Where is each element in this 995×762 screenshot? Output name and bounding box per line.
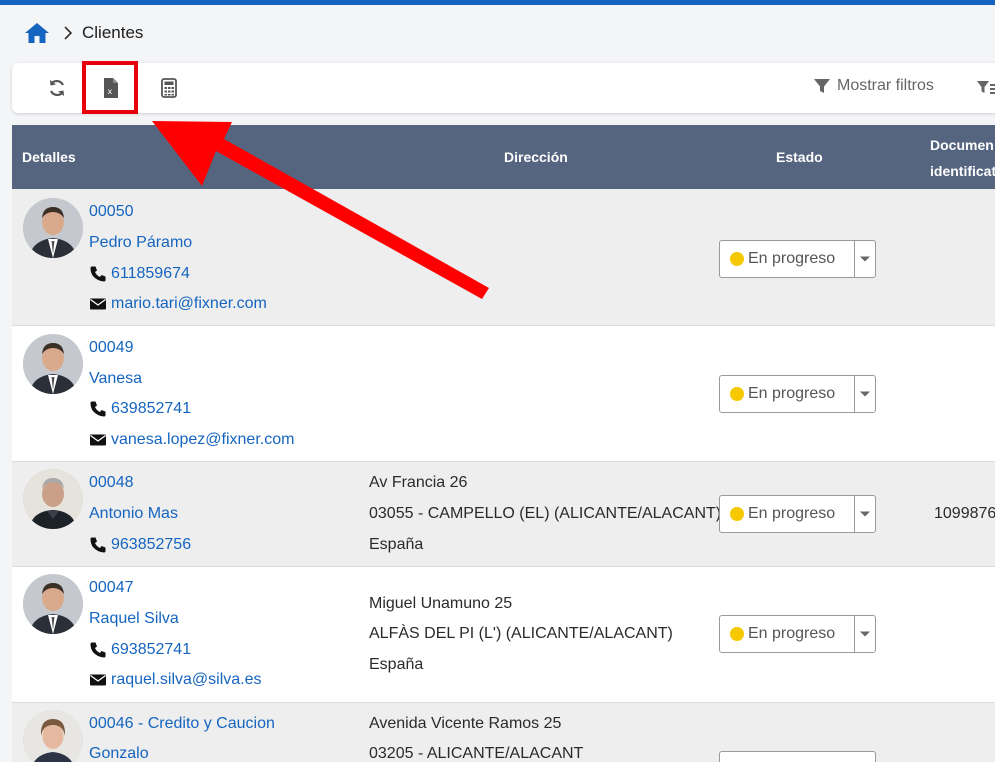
table-row[interactable]: 00047 Raquel Silva 693852741 raquel.silv… (12, 567, 995, 703)
toolbar: x Mostrar filtros (12, 63, 995, 113)
envelope-icon (89, 671, 107, 689)
phone-link[interactable]: 639852741 (89, 400, 191, 418)
show-filters-label: Mostrar filtros (837, 77, 934, 94)
table-row[interactable]: 00050 Pedro Páramo 611859674 mario.tari@… (12, 189, 995, 326)
filter-icon (813, 77, 831, 95)
client-name-link[interactable]: Raquel Silva (89, 610, 179, 628)
address-country: España (369, 536, 424, 553)
envelope-icon (89, 431, 107, 449)
breadcrumb: Clientes (24, 20, 143, 46)
phone-link[interactable]: 693852741 (89, 641, 191, 659)
top-accent-bar (0, 0, 995, 5)
avatar (23, 710, 83, 762)
client-code-link[interactable]: 00048 (89, 474, 134, 492)
client-name-link[interactable]: Vanesa (89, 370, 142, 388)
phone-icon (89, 265, 107, 283)
status-dropdown[interactable] (719, 751, 876, 762)
column-header-estado[interactable]: Estado (776, 125, 823, 189)
email-link[interactable]: vanesa.lopez@fixner.com (89, 431, 294, 449)
export-highlight-box (82, 61, 138, 114)
client-code-link[interactable]: 00047 (89, 579, 134, 597)
avatar (23, 198, 83, 258)
client-code-link[interactable]: 00050 (89, 203, 134, 221)
phone-icon (89, 641, 107, 659)
email-link[interactable]: mario.tari@fixner.com (89, 295, 267, 313)
caret-down-icon[interactable] (855, 630, 875, 638)
status-dropdown[interactable]: En progreso (719, 615, 876, 653)
breadcrumb-current: Clientes (82, 23, 144, 42)
phone-icon (89, 400, 107, 418)
status-dot-icon (730, 387, 744, 401)
document-id: 10998767 (934, 505, 995, 522)
client-name-link[interactable]: Gonzalo (89, 745, 149, 762)
avatar (23, 334, 83, 394)
show-filters-button[interactable]: Mostrar filtros (813, 77, 934, 95)
caret-down-icon[interactable] (855, 255, 875, 263)
envelope-icon (89, 295, 107, 313)
table-row[interactable]: 00046 - Credito y Caucion Gonzalo Avenid… (12, 703, 995, 762)
status-dropdown[interactable]: En progreso (719, 495, 876, 533)
calculator-icon[interactable] (157, 76, 181, 100)
address-city: ALFÀS DEL PI (L') (ALICANTE/ALACANT) (369, 625, 673, 642)
column-header-documento[interactable]: Documen identificat (930, 132, 995, 184)
client-code-link[interactable]: 00046 - Credito y Caucion (89, 715, 275, 733)
status-dropdown[interactable]: En progreso (719, 240, 876, 278)
status-dot-icon (730, 507, 744, 521)
client-code-link[interactable]: 00049 (89, 339, 134, 357)
refresh-icon[interactable] (45, 76, 69, 100)
column-header-detalles[interactable]: Detalles (22, 125, 76, 189)
column-header-direccion[interactable]: Dirección (504, 125, 568, 189)
avatar (23, 469, 83, 529)
caret-down-icon[interactable] (855, 510, 875, 518)
address-street: Miguel Unamuno 25 (369, 595, 513, 612)
status-dot-icon (730, 627, 744, 641)
address-city: 03055 - CAMPELLO (EL) (ALICANTE/ALACANT) (369, 505, 722, 522)
table-row[interactable]: 00048 Antonio Mas 963852756 Av Francia 2… (12, 462, 995, 567)
phone-link[interactable]: 963852756 (89, 536, 191, 554)
address-city: 03205 - ALICANTE/ALACANT (369, 745, 584, 762)
home-icon[interactable] (24, 21, 50, 45)
phone-icon (89, 536, 107, 554)
chevron-right-icon (60, 25, 76, 41)
address-street: Av Francia 26 (369, 474, 468, 491)
phone-link[interactable]: 611859674 (89, 265, 190, 283)
table-header: Detalles Dirección Estado Documen identi… (12, 125, 995, 189)
status-dropdown[interactable]: En progreso (719, 375, 876, 413)
avatar (23, 574, 83, 634)
address-country: España (369, 656, 424, 673)
table-row[interactable]: 00049 Vanesa 639852741 vanesa.lopez@fixn… (12, 326, 995, 462)
address-street: Avenida Vicente Ramos 25 (369, 715, 562, 732)
status-dot-icon (730, 252, 744, 266)
caret-down-icon[interactable] (855, 390, 875, 398)
email-link[interactable]: raquel.silva@silva.es (89, 671, 262, 689)
client-name-link[interactable]: Antonio Mas (89, 505, 178, 523)
filter-options-icon[interactable] (976, 78, 995, 98)
client-name-link[interactable]: Pedro Páramo (89, 234, 192, 252)
